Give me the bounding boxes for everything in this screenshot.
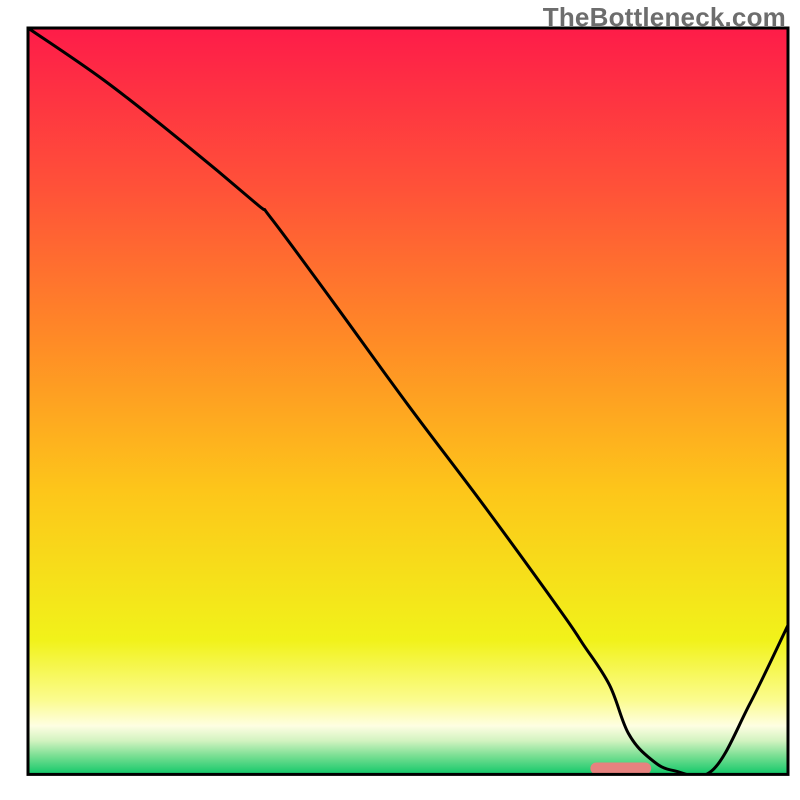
highlight-segment [590,762,651,774]
gradient-plot-area [28,28,788,774]
bottleneck-chart-svg [0,0,800,800]
watermark-label: TheBottleneck.com [543,2,786,33]
chart-container: TheBottleneck.com [0,0,800,800]
